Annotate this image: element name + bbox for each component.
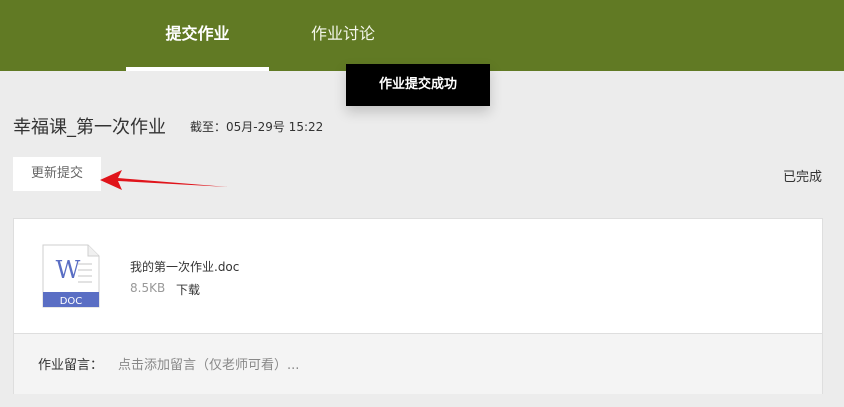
top-nav-bar: 提交作业 作业讨论	[0, 0, 844, 71]
word-doc-icon: W DOC	[42, 244, 100, 308]
tab-submit-homework[interactable]: 提交作业	[126, 0, 269, 71]
download-link[interactable]: 下载	[176, 281, 200, 298]
comment-label: 作业留言：	[38, 358, 104, 373]
status-completed: 已完成	[782, 170, 822, 185]
file-name[interactable]: 我的第一次作业.doc	[130, 258, 239, 275]
success-toast: 作业提交成功	[346, 64, 490, 106]
assignment-title: 幸福课_第一次作业	[13, 117, 166, 138]
comment-input[interactable]: 点击添加留言（仅老师可看）...	[118, 354, 299, 373]
update-submission-button[interactable]: 更新提交	[13, 157, 101, 191]
comment-bar: 作业留言： 点击添加留言（仅老师可看）...	[14, 333, 822, 394]
tab-homework-discussion[interactable]: 作业讨论	[283, 0, 403, 71]
doc-icon-type: DOC	[60, 296, 83, 307]
red-arrow-annotation-icon	[100, 170, 228, 190]
deadline-text: 截至：05月-29号 15:22	[190, 120, 324, 134]
doc-icon-letter: W	[56, 256, 81, 284]
submission-card: W DOC 我的第一次作业.doc 8.5KB 下载 作业留言： 点击添加留言（…	[13, 218, 823, 394]
file-size: 8.5KB	[130, 281, 166, 295]
